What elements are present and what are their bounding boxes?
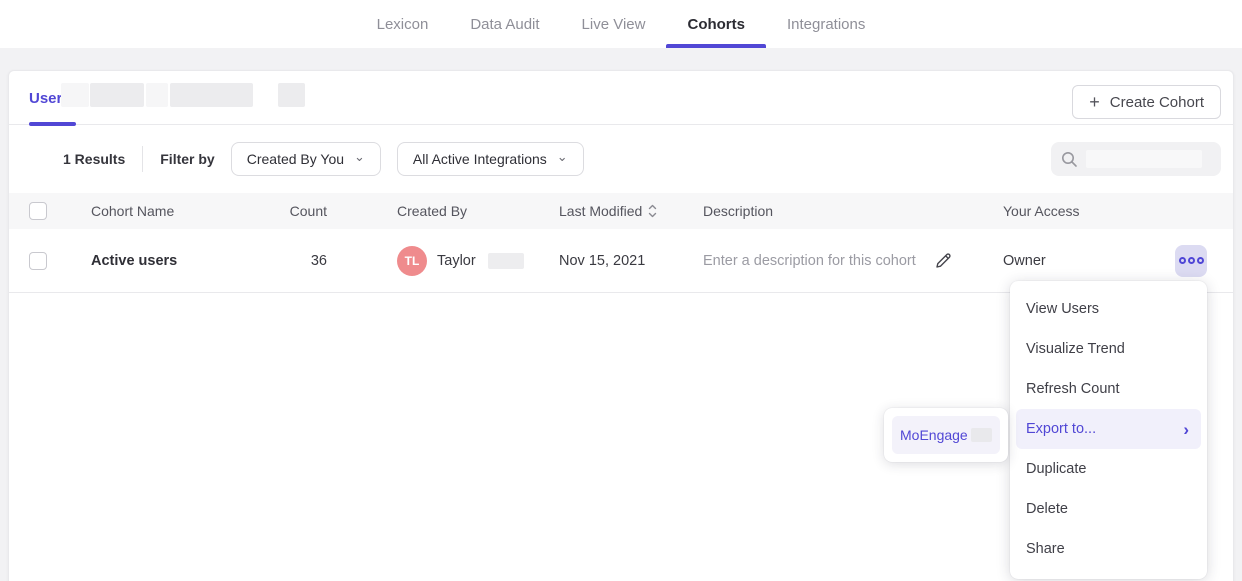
create-cohort-button[interactable]: + Create Cohort bbox=[1072, 85, 1221, 119]
header-description: Description bbox=[695, 203, 995, 219]
export-submenu: MoEngage bbox=[884, 408, 1008, 462]
menu-item-label: Visualize Trend bbox=[1026, 341, 1125, 357]
row-context-menu: View Users Visualize Trend Refresh Count… bbox=[1010, 281, 1207, 579]
filter-bar: 1 Results Filter by Created By You ⌄ All… bbox=[9, 125, 1233, 193]
access-value: Owner bbox=[995, 253, 1159, 269]
nav-tab-lexicon[interactable]: Lexicon bbox=[356, 0, 450, 48]
redacted-block bbox=[146, 83, 168, 107]
created-by-name: Taylor bbox=[437, 253, 476, 269]
integrations-dropdown-value: All Active Integrations bbox=[413, 151, 547, 167]
header-count: Count bbox=[249, 203, 327, 219]
create-cohort-label: Create Cohort bbox=[1110, 94, 1204, 111]
menu-item-refresh-count[interactable]: Refresh Count bbox=[1016, 369, 1201, 409]
created-by-dropdown[interactable]: Created By You ⌄ bbox=[231, 142, 381, 176]
redacted-block bbox=[61, 83, 89, 107]
search-icon bbox=[1061, 151, 1078, 168]
redacted-block bbox=[170, 83, 253, 107]
top-navigation: Lexicon Data Audit Live View Cohorts Int… bbox=[0, 0, 1242, 48]
description-placeholder[interactable]: Enter a description for this cohort bbox=[703, 253, 916, 269]
three-dots-icon bbox=[1179, 257, 1186, 264]
menu-item-view-users[interactable]: View Users bbox=[1016, 289, 1201, 329]
menu-item-visualize-trend[interactable]: Visualize Trend bbox=[1016, 329, 1201, 369]
redacted-tabs bbox=[61, 83, 305, 107]
submenu-item-label: MoEngage bbox=[900, 427, 968, 443]
table-header-row: Cohort Name Count Created By Last Modifi… bbox=[9, 193, 1233, 229]
created-by-dropdown-value: Created By You bbox=[247, 151, 344, 167]
select-all-checkbox[interactable] bbox=[29, 202, 47, 220]
more-actions-button[interactable] bbox=[1175, 245, 1207, 277]
header-last-modified: Last Modified bbox=[551, 203, 695, 219]
redacted-block bbox=[488, 253, 524, 269]
header-created-by: Created By bbox=[389, 203, 551, 219]
search-input[interactable] bbox=[1051, 142, 1221, 176]
chevron-down-icon: ⌄ bbox=[557, 153, 568, 161]
redacted-block bbox=[1086, 150, 1202, 168]
last-modified-label: Last Modified bbox=[559, 203, 642, 219]
row-actions-cell bbox=[1159, 245, 1233, 277]
submenu-item-moengage[interactable]: MoEngage bbox=[892, 416, 1000, 454]
last-modified-sort[interactable]: Last Modified bbox=[559, 203, 657, 219]
avatar: TL bbox=[397, 246, 427, 276]
description-cell: Enter a description for this cohort bbox=[695, 251, 995, 270]
created-by-cell: TL Taylor bbox=[389, 246, 551, 276]
menu-item-label: Duplicate bbox=[1026, 461, 1086, 477]
pencil-icon bbox=[934, 251, 953, 270]
chevron-down-icon: ⌄ bbox=[354, 153, 365, 161]
cohort-name-link[interactable]: Active users bbox=[83, 253, 249, 269]
header-cohort-name: Cohort Name bbox=[83, 203, 249, 219]
last-modified-value: Nov 15, 2021 bbox=[551, 253, 695, 269]
menu-item-label: View Users bbox=[1026, 301, 1099, 317]
nav-tab-cohorts[interactable]: Cohorts bbox=[666, 0, 766, 48]
redacted-block bbox=[278, 83, 305, 107]
three-dots-icon bbox=[1188, 257, 1195, 264]
row-checkbox[interactable] bbox=[29, 252, 47, 270]
divider bbox=[142, 146, 143, 172]
menu-item-label: Refresh Count bbox=[1026, 381, 1120, 397]
integrations-dropdown[interactable]: All Active Integrations ⌄ bbox=[397, 142, 584, 176]
nav-tab-integrations[interactable]: Integrations bbox=[766, 0, 886, 48]
menu-item-export-to[interactable]: Export to... › bbox=[1016, 409, 1201, 449]
menu-item-label: Delete bbox=[1026, 501, 1068, 517]
menu-item-label: Export to... bbox=[1026, 421, 1096, 437]
menu-item-duplicate[interactable]: Duplicate bbox=[1016, 449, 1201, 489]
cohort-count: 36 bbox=[249, 253, 327, 269]
row-select-cell bbox=[9, 252, 83, 270]
menu-item-label: Share bbox=[1026, 541, 1065, 557]
three-dots-icon bbox=[1197, 257, 1204, 264]
menu-item-share[interactable]: Share bbox=[1016, 529, 1201, 569]
menu-item-delete[interactable]: Delete bbox=[1016, 489, 1201, 529]
results-count: 1 Results bbox=[63, 151, 125, 167]
redacted-block bbox=[90, 83, 144, 107]
nav-tab-live-view[interactable]: Live View bbox=[561, 0, 667, 48]
redacted-block bbox=[971, 428, 992, 442]
panel-tab-strip: User + Create Cohort bbox=[9, 71, 1233, 125]
nav-tab-data-audit[interactable]: Data Audit bbox=[449, 0, 560, 48]
chevron-right-icon: › bbox=[1183, 421, 1189, 438]
header-your-access: Your Access bbox=[995, 203, 1159, 219]
plus-icon: + bbox=[1089, 93, 1100, 111]
select-all-cell bbox=[9, 202, 83, 220]
filter-by-label: Filter by bbox=[160, 151, 214, 167]
edit-description-button[interactable] bbox=[934, 251, 953, 270]
sort-updown-icon bbox=[648, 204, 657, 218]
